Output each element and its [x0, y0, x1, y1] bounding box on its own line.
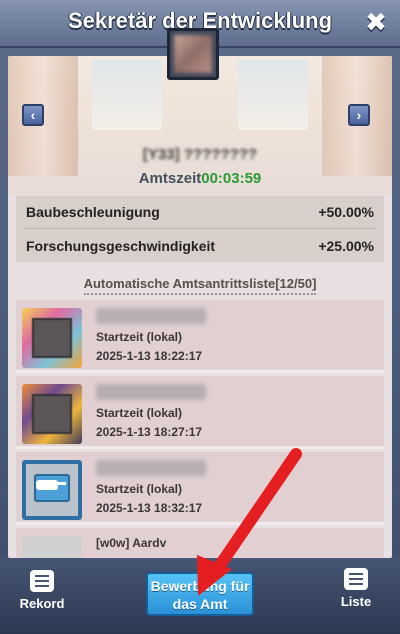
avatar-portrait — [32, 318, 72, 358]
list-item[interactable]: [w0w] Aardv — [16, 528, 384, 558]
term-row: Amtszeit00:03:59 — [0, 170, 400, 187]
window-right — [238, 60, 308, 130]
blurred-player-name — [96, 308, 206, 324]
stat-row-research-speed: Forschungsgeschwindigkeit +25.00% — [26, 230, 374, 262]
list-item[interactable]: Startzeit (lokal) 2025-1-13 18:32:17 — [16, 452, 384, 525]
start-time-label: Startzeit (lokal) — [96, 482, 183, 496]
next-arrow-button[interactable]: › — [348, 104, 370, 126]
player-avatar-icon — [22, 536, 82, 558]
list-button[interactable]: Liste — [326, 568, 386, 609]
blurred-player-name — [96, 384, 206, 400]
stat-label: Baubeschleunigung — [26, 204, 160, 220]
record-label: Rekord — [19, 596, 65, 611]
stats-divider — [24, 228, 376, 229]
record-button[interactable]: Rekord — [12, 570, 72, 611]
start-time-value: 2025-1-13 18:27:17 — [96, 425, 203, 439]
start-time-label: Startzeit (lokal) — [96, 330, 183, 344]
stats-box: Baubeschleunigung +50.00% Forschungsgesc… — [16, 196, 384, 262]
apply-for-office-button[interactable]: Bewerbung für das Amt — [146, 572, 254, 616]
tank-icon — [22, 460, 82, 520]
list-icon — [344, 568, 368, 590]
profile-avatar — [167, 28, 219, 80]
term-label: Amtszeit — [138, 170, 202, 187]
player-avatar-icon — [22, 308, 82, 368]
stat-label: Forschungsgeschwindigkeit — [26, 238, 216, 254]
avatar-portrait — [32, 394, 72, 434]
start-time-value: 2025-1-13 18:22:17 — [96, 349, 203, 363]
start-time-value: 2025-1-13 18:32:17 — [96, 501, 203, 515]
list-label: Liste — [340, 594, 372, 609]
stat-row-build-speed: Baubeschleunigung +50.00% — [26, 196, 374, 228]
close-icon[interactable]: ✖ — [362, 8, 390, 36]
stat-value: +25.00% — [318, 238, 374, 254]
list-item[interactable]: Startzeit (lokal) 2025-1-13 18:27:17 — [16, 376, 384, 449]
previous-arrow-button[interactable]: ‹ — [22, 104, 44, 126]
profile-name: [Y33] ???????? — [142, 146, 258, 163]
blurred-player-name — [96, 460, 206, 476]
list-item[interactable]: Startzeit (lokal) 2025-1-13 18:22:17 — [16, 300, 384, 373]
blurred-avatar-image — [174, 35, 212, 73]
stat-value: +50.00% — [318, 204, 374, 220]
auto-list-title: Automatische Amtsantrittsliste[12/50] — [0, 276, 400, 295]
window-left — [92, 60, 162, 130]
player-avatar-icon — [22, 384, 82, 444]
term-timer: 00:03:59 — [201, 170, 262, 187]
record-icon — [30, 570, 54, 592]
start-time-label: Startzeit (lokal) — [96, 406, 183, 420]
player-name-partial: [w0w] Aardv — [96, 536, 167, 550]
